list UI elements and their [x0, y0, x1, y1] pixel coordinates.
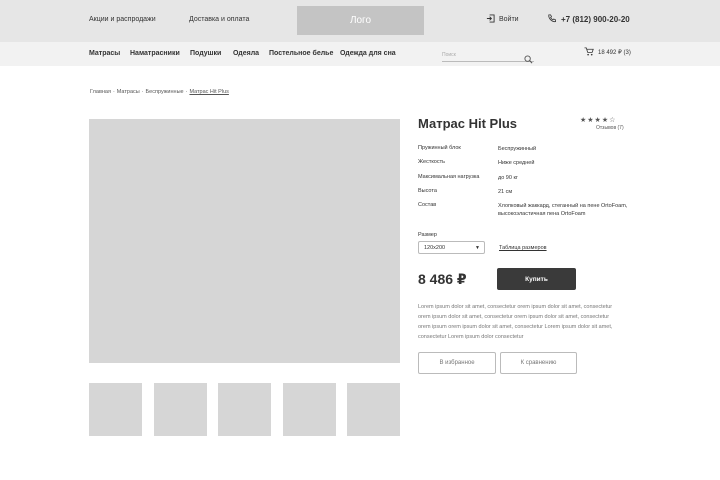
breadcrumb-item[interactable]: Беспружинные [146, 89, 184, 95]
spec-key: Состав [418, 202, 437, 208]
top-bar: Акции и распродажи Доставка и оплата Лог… [0, 0, 720, 42]
spec-value: Ниже средней [498, 160, 535, 166]
buy-button[interactable]: Купить [497, 268, 576, 290]
product-thumbnail[interactable] [89, 383, 142, 436]
size-select[interactable]: 120x200 ▼ [418, 241, 485, 254]
spec-key: Высота [418, 188, 437, 194]
size-table-link[interactable]: Таблица размеров [499, 245, 547, 251]
add-to-compare-button[interactable]: К сравнению [500, 352, 577, 374]
product-main-image[interactable] [89, 119, 400, 363]
size-label: Размер [418, 232, 437, 238]
rating-stars: ★★★★☆ [580, 117, 617, 124]
breadcrumb-sep: · [141, 89, 144, 95]
spec-key: Максимальная нагрузка [418, 174, 480, 180]
delivery-link[interactable]: Доставка и оплата [189, 16, 249, 23]
product-thumbnail[interactable] [154, 383, 207, 436]
product-title: Матрас Hit Plus [418, 116, 517, 131]
phone-icon [547, 14, 556, 25]
product-thumbnail[interactable] [283, 383, 336, 436]
nav-item-pillows[interactable]: Подушки [190, 50, 221, 57]
breadcrumb-item[interactable]: Матрасы [117, 89, 140, 95]
search-placeholder: Поиск [442, 52, 456, 58]
login-label: Войти [499, 16, 519, 23]
product-price: 8 486 ₽ [418, 271, 467, 287]
cart-button[interactable]: 18 492 ₽ (3) [584, 47, 631, 58]
login-link[interactable]: Войти [486, 14, 519, 25]
nav-item-toppers[interactable]: Наматрасники [130, 50, 180, 57]
chevron-down-icon: ▼ [475, 245, 480, 251]
reviews-link[interactable]: Отзывов (7) [596, 125, 624, 131]
nav-item-sleepwear[interactable]: Одежда для сна [340, 50, 396, 57]
phone-link[interactable]: +7 (812) 900-20-20 [547, 14, 630, 25]
login-icon [486, 14, 495, 25]
nav-item-blankets[interactable]: Одеяла [233, 50, 259, 57]
spec-value: Хлопковый жаккард, стеганный на пене Ort… [498, 203, 628, 217]
logo[interactable]: Лого [297, 6, 424, 35]
breadcrumb-item[interactable]: Главная [90, 89, 111, 95]
spec-key: Жесткость [418, 159, 446, 165]
size-value: 120x200 [424, 245, 446, 251]
search-icon[interactable] [524, 51, 533, 69]
breadcrumb-current: Матрас Hit Plus [189, 89, 229, 95]
product-description: Lorem ipsum dolor sit amet, consectetur … [418, 304, 613, 340]
spec-value: до 90 кг [498, 175, 518, 181]
product-thumbnail[interactable] [347, 383, 400, 436]
spec-key: Пружинный блок [418, 145, 461, 151]
nav-item-bedding[interactable]: Постельное белье [269, 50, 333, 57]
breadcrumb-sep: · [185, 89, 188, 95]
nav-item-mattresses[interactable]: Матрасы [89, 50, 120, 57]
spec-value: Беспружинный [498, 146, 537, 152]
phone-number: +7 (812) 900-20-20 [561, 15, 630, 24]
search-input[interactable]: Поиск [442, 51, 534, 64]
breadcrumb: Главная · Матрасы · Беспружинные · Матрас H… [90, 89, 229, 95]
add-to-favorites-button[interactable]: В избранное [418, 352, 496, 374]
promo-link[interactable]: Акции и распродажи [89, 16, 156, 23]
spec-value: 21 см [498, 189, 513, 195]
cart-icon [584, 47, 594, 58]
product-thumbnail[interactable] [218, 383, 271, 436]
cart-summary: 18 492 ₽ (3) [598, 50, 631, 56]
breadcrumb-sep: · [112, 89, 115, 95]
